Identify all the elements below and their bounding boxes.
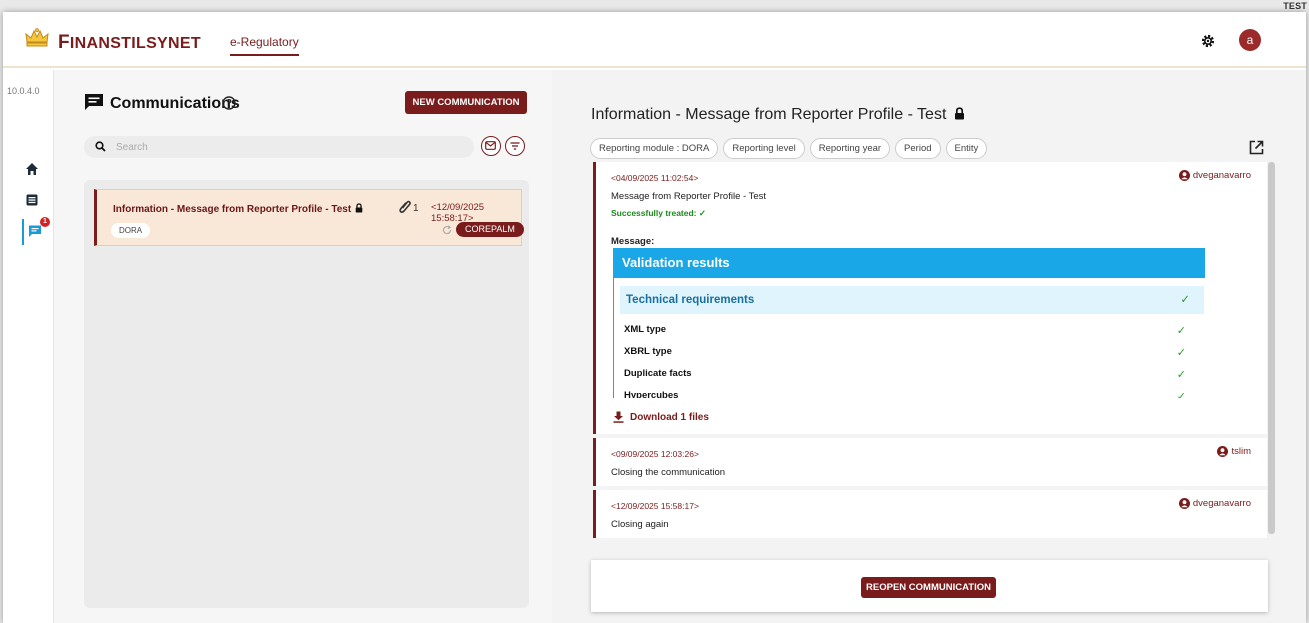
detail-title: Information - Message from Reporter Prof…	[591, 106, 965, 124]
reopen-footer: REOPEN COMMUNICATION	[591, 560, 1268, 612]
sidebar: 10.0.4.0 1	[3, 70, 54, 623]
paperclip-icon	[399, 200, 411, 213]
lock-icon	[955, 107, 965, 120]
communications-list: Information - Message from Reporter Prof…	[84, 180, 529, 608]
chip-reporting-module[interactable]: Reporting module : DORA	[590, 138, 719, 159]
message-text: Closing again	[611, 519, 669, 530]
communications-panel: Communications NEW COMMUNICATION Search …	[54, 70, 552, 623]
chat-icon[interactable]	[28, 224, 42, 238]
envelope-icon	[485, 141, 496, 150]
check-icon: ✓	[1176, 347, 1186, 359]
tab-e-regulatory[interactable]: e-Regulatory	[230, 35, 299, 56]
message-text: Message from Reporter Profile - Test	[611, 191, 767, 202]
treated-status: Successfully treated: ✓	[611, 208, 706, 218]
communications-title: Communications	[110, 95, 240, 112]
lock-icon	[355, 203, 363, 213]
message-text: Closing the communication	[611, 467, 726, 478]
chip-entity[interactable]: Entity	[945, 138, 988, 159]
list-item[interactable]: Information - Message from Reporter Prof…	[94, 189, 524, 246]
list-icon[interactable]	[25, 193, 39, 207]
attachment-count: 1	[413, 203, 419, 214]
message-label: Message:	[611, 236, 655, 247]
message-author: tslim	[1217, 446, 1251, 457]
communication-detail: Information - Message from Reporter Prof…	[552, 70, 1306, 623]
download-files-link[interactable]: Download 1 files	[613, 411, 709, 423]
message-date: <04/09/2025 11:02:54>	[611, 173, 699, 183]
user-icon	[1178, 498, 1190, 509]
filter-button[interactable]	[505, 136, 525, 156]
filter-chips: Reporting module : DORA Reporting level …	[590, 138, 988, 159]
validation-row: Duplicate facts ✓	[624, 368, 1186, 381]
check-icon: ✓	[1176, 369, 1186, 381]
reopen-communication-button[interactable]: REOPEN COMMUNICATION	[861, 577, 996, 598]
brand-name: FINANSTILSYNET	[58, 32, 201, 53]
module-tag: DORA	[111, 223, 151, 238]
owner-badge: COREPALM	[456, 222, 524, 237]
technical-requirements-row: Technical requirements ✓	[620, 286, 1204, 314]
nav-active-indicator	[22, 219, 24, 245]
refresh-icon	[442, 225, 452, 235]
search-input[interactable]	[116, 139, 456, 155]
crown-logo-icon	[25, 28, 49, 47]
top-header: FINANSTILSYNET e-Regulatory a	[3, 12, 1306, 68]
app-window: FINANSTILSYNET e-Regulatory a 10.0.4.0 1	[3, 12, 1306, 623]
communication-title: Information - Message from Reporter Prof…	[113, 203, 363, 215]
validation-row: XBRL type ✓	[624, 346, 1186, 359]
message-date: <12/09/2025 15:58:17>	[611, 501, 699, 511]
message-author: dveganavarro	[1178, 170, 1251, 181]
filter-icon	[510, 142, 520, 150]
help-icon[interactable]	[222, 96, 236, 110]
open-external-icon[interactable]	[1249, 140, 1264, 155]
validation-results-header: Validation results	[614, 248, 1205, 278]
user-icon	[1217, 446, 1229, 457]
check-icon: ✓	[1176, 391, 1186, 398]
chip-reporting-year[interactable]: Reporting year	[809, 138, 891, 159]
message-author: dveganavarro	[1178, 498, 1251, 509]
home-icon[interactable]	[25, 162, 39, 176]
search-bar	[84, 136, 474, 158]
new-communication-button[interactable]: NEW COMMUNICATION	[405, 91, 527, 114]
notification-badge: 1	[40, 217, 50, 227]
search-icon	[95, 141, 106, 152]
message-item: <12/09/2025 15:58:17> dveganavarro Closi…	[593, 490, 1267, 538]
gear-icon[interactable]	[1200, 33, 1216, 49]
user-avatar[interactable]: a	[1239, 29, 1261, 51]
download-icon	[613, 411, 624, 423]
chip-period[interactable]: Period	[895, 138, 941, 159]
chip-reporting-level[interactable]: Reporting level	[723, 138, 805, 159]
mail-filter-button[interactable]	[481, 136, 501, 156]
messages-scrollbar[interactable]	[1268, 162, 1275, 534]
user-icon	[1178, 170, 1190, 181]
message-item: <09/09/2025 12:03:26> tslim Closing the …	[593, 438, 1267, 486]
validation-row: Hypercubes ✓	[624, 390, 1204, 398]
check-icon: ✓	[1180, 294, 1190, 306]
environment-label: TEST	[1283, 1, 1307, 11]
validation-row: XML type ✓	[624, 324, 1186, 337]
message-date: <09/09/2025 12:03:26>	[611, 449, 699, 459]
message-icon	[85, 94, 103, 110]
validation-results: Validation results Technical requirement…	[613, 248, 1205, 398]
check-icon: ✓	[1176, 325, 1186, 337]
message-item: <04/09/2025 11:02:54> dveganavarro Messa…	[593, 162, 1267, 434]
version-label: 10.0.4.0	[7, 86, 40, 96]
communication-date: <12/09/2025 15:58:17>	[431, 202, 485, 224]
